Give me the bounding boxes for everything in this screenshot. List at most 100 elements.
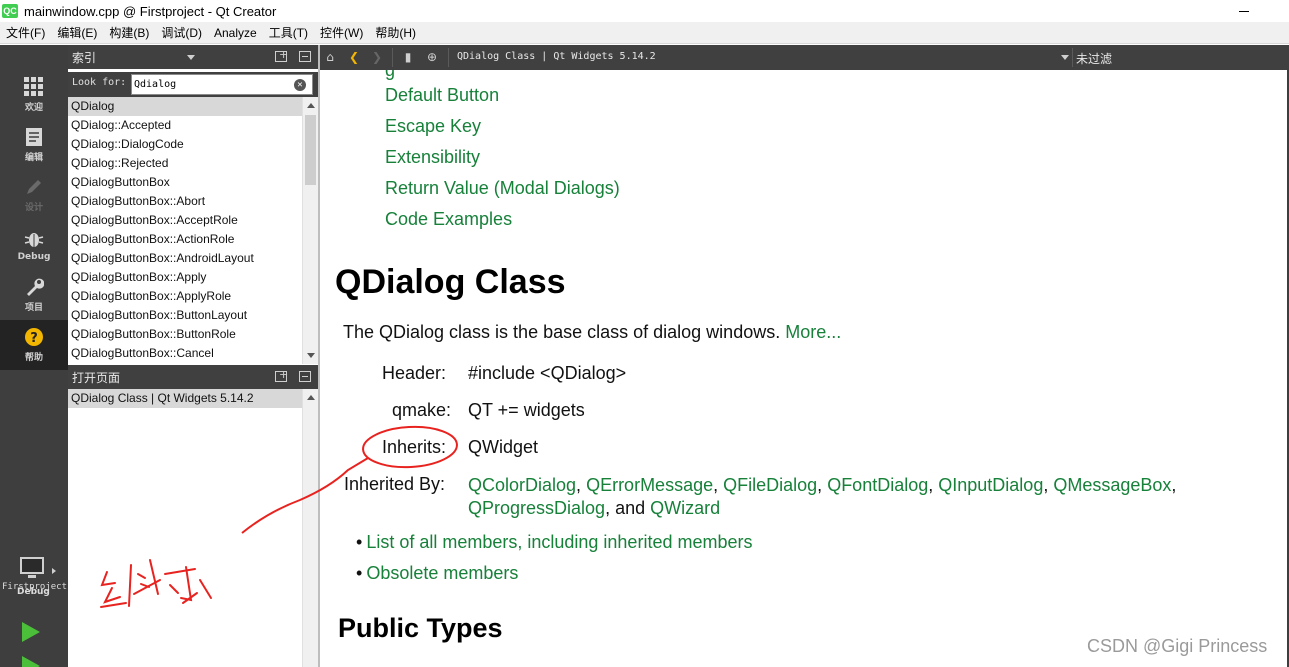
list-item[interactable]: QDialog::Accepted [68,116,302,135]
more-link[interactable]: More... [785,322,841,342]
clear-search-icon[interactable]: ✕ [294,79,306,91]
mode-help-label: 帮助 [24,353,43,363]
subclass-link[interactable]: QFileDialog [723,475,817,495]
toc-link[interactable]: Return Value (Modal Dialogs) [385,178,620,199]
scroll-thumb[interactable] [305,115,316,185]
menu-tools[interactable]: 工具(T) [263,22,314,44]
menu-analyze[interactable]: Analyze [208,22,263,44]
monitor-icon[interactable] [20,557,44,574]
open-pages-header: 打开页面 [68,365,318,389]
open-pages-title[interactable]: 打开页面 [72,369,120,386]
list-item[interactable]: QDialogButtonBox::AndroidLayout [68,249,302,268]
toc-link[interactable]: Extensibility [385,147,480,168]
menu-file[interactable]: 文件(F) [0,22,51,44]
list-item[interactable]: QDialogButtonBox::ButtonRole [68,325,302,344]
forward-icon[interactable]: ❯ [370,50,384,64]
subclass-link[interactable]: QWizard [650,498,720,518]
and-text: and [615,498,646,518]
filter-select[interactable]: 未过滤 [1076,50,1112,67]
list-item[interactable]: QDialogButtonBox::ButtonLayout [68,306,302,325]
list-item[interactable]: QDialogButtonBox::Cancel [68,344,302,363]
split-icon[interactable] [275,48,288,62]
toc-link[interactable]: Default Button [385,85,499,106]
panel-dropdown-icon[interactable] [187,55,195,60]
subclass-link[interactable]: QColorDialog [468,475,576,495]
inherits-link[interactable]: QWidget [468,437,538,458]
watermark-text: CSDN @Gigi Princess [1087,636,1268,656]
toc-link[interactable]: Code Examples [385,209,512,230]
toc-link[interactable]: Escape Key [385,116,481,137]
mode-help[interactable]: ? 帮助 [0,320,68,370]
debug-run-button[interactable] [22,656,40,667]
brief-text: The QDialog class is the base class of d… [343,322,781,342]
all-members-link[interactable]: List of all members, including inherited… [366,532,752,552]
mode-welcome-label: 欢迎 [24,103,43,113]
subclass-link[interactable]: QErrorMessage [586,475,713,495]
list-item[interactable]: QDialogButtonBox::Apply [68,268,302,287]
mode-design[interactable]: 设计 [0,170,68,220]
inherits-label: Inherits: [381,437,446,457]
menu-edit[interactable]: 编辑(E) [51,22,103,44]
bookmark-icon[interactable]: ▮ [401,50,415,64]
help-document: g Default Button Escape Key Extensibilit… [320,70,1289,667]
list-item[interactable]: QDialogButtonBox::ActionRole [68,230,302,249]
toc-link-partial[interactable]: g [385,70,395,81]
globe-icon[interactable]: ⊕ [425,50,439,64]
list-item[interactable]: QDialogButtonBox::Abort [68,192,302,211]
list-item[interactable]: QDialogButtonBox::AcceptRole [68,211,302,230]
toolbar-separator [392,48,393,67]
menu-help[interactable]: 帮助(H) [369,22,422,44]
obsolete-bullet: • Obsolete members [356,563,518,584]
split-icon[interactable] [275,368,288,382]
subclass-link[interactable]: QInputDialog [938,475,1043,495]
list-item[interactable]: QDialogButtonBox::ApplyRole [68,287,302,306]
mode-projects[interactable]: 项目 [0,270,68,320]
help-icon: ? [25,328,43,346]
open-pages-scrollbar[interactable] [302,389,318,667]
index-search-input[interactable]: Qdialog ✕ [131,74,313,95]
header-value: #include <QDialog> [468,363,627,383]
look-for-label: Look for: [72,77,127,88]
mode-edit[interactable]: 编辑 [0,120,68,170]
index-search-value: Qdialog [134,79,177,90]
bullet-dot: • [356,563,363,583]
subclass-link[interactable]: QFontDialog [827,475,928,495]
run-button[interactable] [22,622,40,642]
index-search-bar: Look for: Qdialog ✕ [68,72,318,97]
menu-build[interactable]: 构建(B) [103,22,155,44]
subclass-link[interactable]: QMessageBox [1053,475,1171,495]
list-item[interactable]: QDialogButtonBox [68,173,302,192]
subclass-link[interactable]: QProgressDialog [468,498,605,518]
document-title[interactable]: QDialog Class | Qt Widgets 5.14.2 [457,51,656,62]
close-panel-icon[interactable] [299,51,311,62]
mode-welcome[interactable]: 欢迎 [0,70,68,120]
section-heading: Public Types [338,613,503,643]
filter-dropdown-icon[interactable] [1061,55,1069,60]
scroll-up-icon[interactable] [307,103,315,108]
toolbar-separator [1072,48,1073,67]
monitor-stand [28,575,36,578]
mode-debug[interactable]: Debug [0,220,68,270]
bug-icon [24,232,44,247]
minimize-button[interactable] [1229,0,1259,22]
menu-bar: 文件(F) 编辑(E) 构建(B) 调试(D) Analyze 工具(T) 控件… [0,22,1289,44]
index-list-scrollbar[interactable] [302,97,318,364]
list-item[interactable]: QDialog [68,97,302,116]
list-item[interactable]: QDialog::DialogCode [68,135,302,154]
wrench-icon [27,278,44,296]
back-icon[interactable]: ❮ [347,50,361,64]
inherited-by-list: QColorDialog, QErrorMessage, QFileDialog… [468,475,1177,518]
list-item[interactable]: QDialog::Rejected [68,154,302,173]
index-panel-title[interactable]: 索引 [72,49,96,66]
target-selector-arrow-icon[interactable] [52,568,56,574]
svg-text:?: ? [30,331,38,346]
scroll-up-icon[interactable] [307,395,315,400]
home-icon[interactable]: ⌂ [323,50,337,64]
close-panel-icon[interactable] [299,371,311,382]
obsolete-members-link[interactable]: Obsolete members [366,563,518,583]
menu-widgets[interactable]: 控件(W) [314,22,369,44]
menu-debug[interactable]: 调试(D) [155,22,208,44]
open-page-item[interactable]: QDialog Class | Qt Widgets 5.14.2 [68,389,302,408]
members-bullet: • List of all members, including inherite… [356,532,752,553]
scroll-down-icon[interactable] [307,353,315,358]
